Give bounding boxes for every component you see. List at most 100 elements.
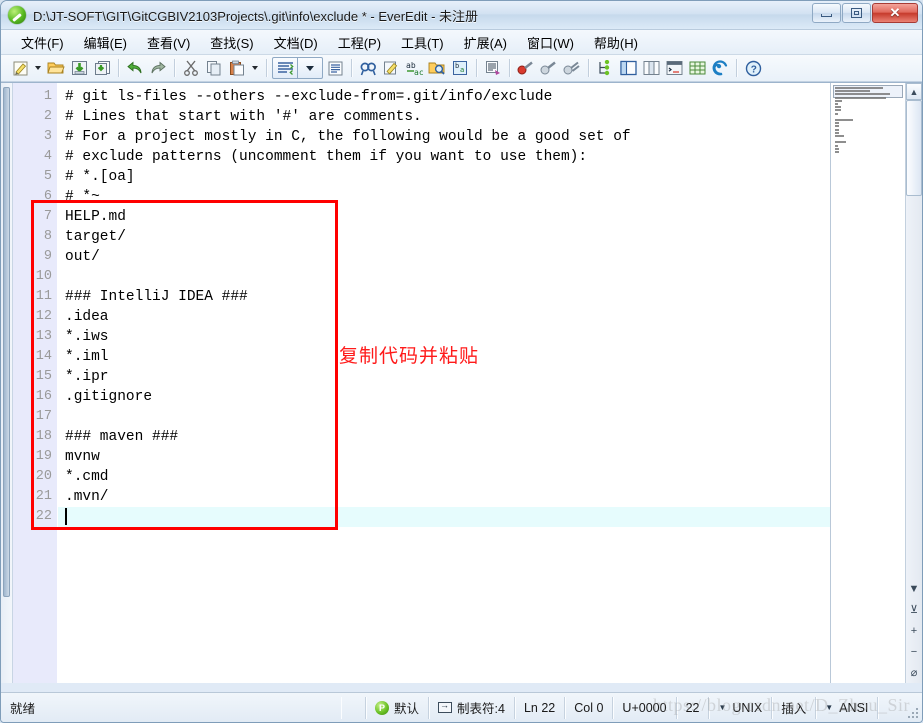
close-button[interactable]: ✕: [872, 3, 918, 23]
left-rail-thumb[interactable]: [3, 87, 10, 597]
code-editor[interactable]: 1 # git ls-files --others --exclude-from=…: [13, 83, 830, 683]
open-folder-icon[interactable]: [45, 57, 67, 79]
window-title: D:\JT-SOFT\GIT\GitCGBIV2103Projects\.git…: [33, 8, 479, 24]
code-line-text[interactable]: .mvn/: [58, 487, 830, 507]
project-tree-icon[interactable]: [594, 57, 616, 79]
find-icon[interactable]: [357, 57, 379, 79]
code-line[interactable]: 18 ### maven ###: [13, 427, 830, 447]
zoom-in-button[interactable]: +: [906, 620, 922, 641]
code-line-text[interactable]: [58, 407, 830, 427]
code-line-text[interactable]: ### maven ###: [58, 427, 830, 447]
code-line[interactable]: 4 # exclude patterns (uncomment them if y…: [13, 147, 830, 167]
code-line[interactable]: 22: [13, 507, 830, 527]
play-macro-icon[interactable]: [538, 57, 560, 79]
menu-file[interactable]: 文件(F): [11, 30, 74, 55]
menu-tools[interactable]: 工具(T): [391, 30, 454, 55]
play-macro-multi-icon[interactable]: [561, 57, 583, 79]
redo-icon[interactable]: [147, 57, 169, 79]
bookmark-icon[interactable]: ba: [449, 57, 471, 79]
help-icon[interactable]: ?: [742, 57, 764, 79]
code-line-text[interactable]: # For a project mostly in C, the followi…: [58, 127, 830, 147]
left-scroll-rail[interactable]: [1, 83, 13, 683]
code-line[interactable]: 9 out/: [13, 247, 830, 267]
code-line-text[interactable]: target/: [58, 227, 830, 247]
menu-project[interactable]: 工程(P): [328, 30, 391, 55]
zoom-out-button[interactable]: −: [906, 641, 922, 662]
code-line[interactable]: 3 # For a project mostly in C, the follow…: [13, 127, 830, 147]
browser-preview-icon[interactable]: [709, 57, 731, 79]
code-minimap[interactable]: [830, 83, 905, 683]
record-macro-icon[interactable]: [515, 57, 537, 79]
paste-icon[interactable]: [226, 57, 248, 79]
restore-button[interactable]: [842, 3, 871, 23]
save-all-icon[interactable]: [91, 57, 113, 79]
console-icon[interactable]: [663, 57, 685, 79]
menu-edit[interactable]: 编辑(E): [74, 30, 137, 55]
indent-guide-combo[interactable]: [272, 57, 323, 79]
menu-extension[interactable]: 扩展(A): [454, 30, 517, 55]
marker-button[interactable]: ⌀: [906, 662, 922, 683]
new-file-dropdown-icon[interactable]: [32, 57, 44, 79]
replace-icon[interactable]: [380, 57, 402, 79]
code-line[interactable]: 6 # *~: [13, 187, 830, 207]
code-line[interactable]: 17: [13, 407, 830, 427]
menu-help[interactable]: 帮助(H): [584, 30, 648, 55]
cut-icon[interactable]: [180, 57, 202, 79]
code-line[interactable]: 20 *.cmd: [13, 467, 830, 487]
undo-icon[interactable]: [124, 57, 146, 79]
code-line[interactable]: 21 .mvn/: [13, 487, 830, 507]
code-line[interactable]: 19 mvnw: [13, 447, 830, 467]
word-wrap-icon[interactable]: [324, 57, 346, 79]
status-tabwidth[interactable]: 制表符:4: [429, 696, 515, 719]
vertical-scrollbar[interactable]: ▲ ▼ ⊻ + − ⌀: [905, 83, 922, 683]
menu-search[interactable]: 查找(S): [200, 30, 263, 55]
scroll-up-button[interactable]: ▲: [906, 83, 922, 100]
indent-dropdown-icon[interactable]: [298, 58, 322, 78]
code-line[interactable]: 7 HELP.md: [13, 207, 830, 227]
code-line[interactable]: 5 # *.[oa]: [13, 167, 830, 187]
save-icon[interactable]: [68, 57, 90, 79]
code-line[interactable]: 8 target/: [13, 227, 830, 247]
paste-dropdown-icon[interactable]: [249, 57, 261, 79]
code-line-text[interactable]: # *.[oa]: [58, 167, 830, 187]
code-line-text[interactable]: # *~: [58, 187, 830, 207]
code-line[interactable]: 10: [13, 267, 830, 287]
goto-icon[interactable]: [426, 57, 448, 79]
code-line-text[interactable]: [58, 507, 830, 527]
bookmark-next-button[interactable]: ⊻: [906, 599, 922, 620]
find-in-files-icon[interactable]: ab ac: [403, 57, 425, 79]
code-line-text[interactable]: *.ipr: [58, 367, 830, 387]
code-line[interactable]: 11 ### IntelliJ IDEA ###: [13, 287, 830, 307]
code-line[interactable]: 2 # Lines that start with '#' are comment…: [13, 107, 830, 127]
menu-view[interactable]: 查看(V): [137, 30, 200, 55]
menu-window[interactable]: 窗口(W): [517, 30, 584, 55]
scroll-thumb[interactable]: [906, 100, 922, 196]
code-line-text[interactable]: out/: [58, 247, 830, 267]
code-line-text[interactable]: .idea: [58, 307, 830, 327]
code-line[interactable]: 12 .idea: [13, 307, 830, 327]
code-line-text[interactable]: *.cmd: [58, 467, 830, 487]
minimize-button[interactable]: [812, 3, 841, 23]
code-line-text[interactable]: [58, 267, 830, 287]
split-view-icon[interactable]: [640, 57, 662, 79]
code-line[interactable]: 16 .gitignore: [13, 387, 830, 407]
explorer-panel-icon[interactable]: [617, 57, 639, 79]
code-line-text[interactable]: mvnw: [58, 447, 830, 467]
code-content[interactable]: 1 # git ls-files --others --exclude-from=…: [13, 83, 830, 683]
indent-guide-icon[interactable]: [273, 58, 297, 78]
column-mode-icon[interactable]: [482, 57, 504, 79]
status-syntax[interactable]: P 默认: [366, 696, 430, 719]
code-line-text[interactable]: # exclude patterns (uncomment them if yo…: [58, 147, 830, 167]
scroll-down-button[interactable]: ▼: [906, 578, 922, 599]
copy-icon[interactable]: [203, 57, 225, 79]
code-line-text[interactable]: .gitignore: [58, 387, 830, 407]
new-file-icon[interactable]: [9, 57, 31, 79]
code-line-text[interactable]: # git ls-files --others --exclude-from=.…: [58, 87, 830, 107]
code-line-text[interactable]: ### IntelliJ IDEA ###: [58, 287, 830, 307]
code-line[interactable]: 1 # git ls-files --others --exclude-from=…: [13, 87, 830, 107]
table-icon[interactable]: [686, 57, 708, 79]
menu-document[interactable]: 文档(D): [264, 30, 328, 55]
code-line-text[interactable]: HELP.md: [58, 207, 830, 227]
code-line-text[interactable]: # Lines that start with '#' are comments…: [58, 107, 830, 127]
code-line[interactable]: 15 *.ipr: [13, 367, 830, 387]
